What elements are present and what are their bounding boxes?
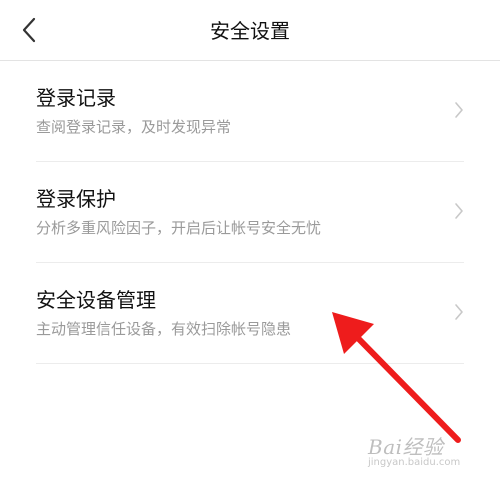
watermark-url: jingyan.baidu.com bbox=[368, 457, 461, 468]
chevron-right-icon bbox=[455, 102, 463, 118]
settings-item-trusted-devices[interactable]: 安全设备管理 主动管理信任设备，有效扫除帐号隐患 bbox=[0, 263, 500, 364]
chevron-right-icon bbox=[455, 203, 463, 219]
security-settings-screen: 安全设置 登录记录 查阅登录记录，及时发现异常 登录保护 分析多重风险因子，开启… bbox=[0, 0, 500, 487]
item-title: 登录保护 bbox=[36, 187, 116, 211]
item-title: 登录记录 bbox=[36, 86, 116, 110]
watermark-logo: Bai经验 jingyan.baidu.com bbox=[362, 431, 486, 471]
page-title: 安全设置 bbox=[210, 19, 290, 43]
settings-item-login-records[interactable]: 登录记录 查阅登录记录，及时发现异常 bbox=[0, 61, 500, 162]
settings-list: 登录记录 查阅登录记录，及时发现异常 登录保护 分析多重风险因子，开启后让帐号安… bbox=[0, 61, 500, 364]
item-description: 分析多重风险因子，开启后让帐号安全无忧 bbox=[36, 219, 322, 237]
item-description: 主动管理信任设备，有效扫除帐号隐患 bbox=[36, 320, 292, 338]
item-description: 查阅登录记录，及时发现异常 bbox=[36, 118, 232, 136]
divider bbox=[36, 363, 464, 364]
settings-item-login-protection[interactable]: 登录保护 分析多重风险因子，开启后让帐号安全无忧 bbox=[0, 162, 500, 263]
chevron-right-icon bbox=[455, 304, 463, 320]
item-title: 安全设备管理 bbox=[36, 288, 156, 312]
watermark-brand: Bai经验 bbox=[368, 435, 444, 459]
nav-header: 安全设置 bbox=[0, 0, 500, 61]
